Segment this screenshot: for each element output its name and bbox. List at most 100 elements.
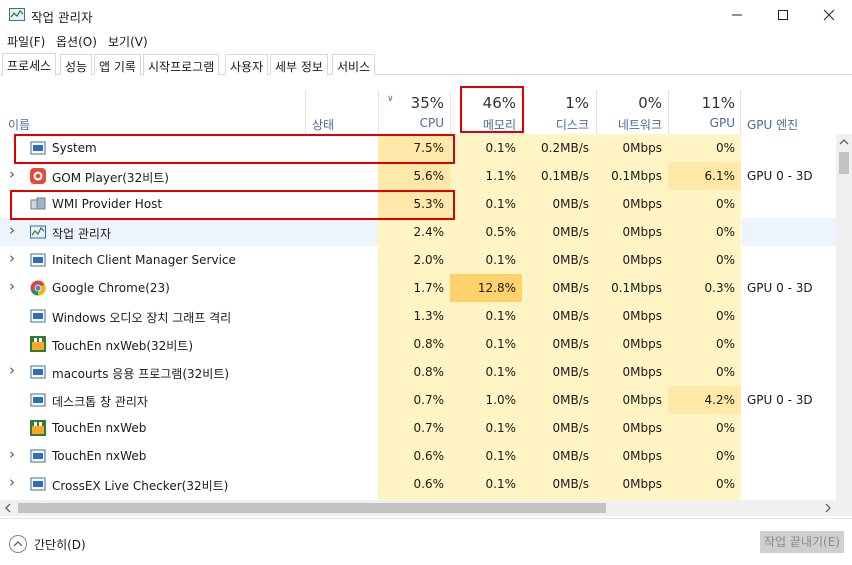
menu-view[interactable]: 보기(V) [108,33,148,50]
gpu-value: 0% [715,365,735,379]
service-icon [30,365,46,379]
end-task-button[interactable]: 작업 끝내기(E) [760,531,844,553]
tab-users[interactable]: 사용자 [225,54,269,75]
net-value: 0.1Mbps [611,169,662,183]
net-value: 0Mbps [622,477,662,491]
gpu-value: 0% [715,197,735,211]
column-header-cpu[interactable]: CPU [380,116,444,130]
column-divider [596,90,597,134]
net-value: 0Mbps [622,309,662,323]
process-row[interactable]: 데스크톱 창 관리자 0.7% 1.0% 0MB/s 0Mbps 4.2% GPU 0 - … [0,386,836,414]
network-total-percent[interactable]: 0% [598,94,662,112]
service-icon [30,309,46,323]
tab-performance[interactable]: 성능 [60,54,93,75]
process-row[interactable]: › Google Chrome(23) 1.7% 12.8% 0MB/s 0.1Mbps 0… [0,274,836,302]
gpu-value: 0% [715,253,735,267]
highlight-box-wmi [10,190,455,220]
cpu-value: 0.8% [413,365,445,379]
maximize-button[interactable] [760,0,806,31]
service-icon [30,253,46,267]
scroll-right-icon[interactable] [820,500,836,516]
expand-chevron-icon[interactable]: › [9,221,15,239]
gom-player-icon [30,168,46,184]
column-header-disk[interactable]: 디스크 [524,116,589,133]
cpu-value: 1.7% [413,281,445,295]
gpu-value: 0% [715,141,735,155]
gpu-engine-value: GPU 0 - 3D [747,281,813,295]
gpu-engine-value: GPU 0 - 3D [747,393,813,407]
column-header-gpu[interactable]: GPU [670,116,735,130]
process-row[interactable]: TouchEn nxWeb 0.7% 0.1% 0MB/s 0Mbps 0% [0,414,836,442]
net-value: 0Mbps [622,253,662,267]
expand-chevron-icon[interactable]: › [9,249,15,267]
process-row[interactable]: › 작업 관리자 2.4% 0.5% 0MB/s 0Mbps 0% [0,218,836,246]
mem-value: 0.1% [485,365,517,379]
scrollbar-corner [836,500,852,516]
net-value: 0Mbps [622,365,662,379]
service-icon [30,393,46,407]
mem-value: 1.1% [485,169,517,183]
minimize-icon [732,14,742,16]
disk-value: 0MB/s [552,309,589,323]
tab-app-history[interactable]: 앱 기록 [94,54,141,75]
cpu-value: 0.8% [413,337,445,351]
disk-value: 0MB/s [552,337,589,351]
column-divider [378,90,379,134]
tab-services[interactable]: 서비스 [332,54,376,75]
process-row[interactable]: TouchEn nxWeb(32비트) 0.8% 0.1% 0MB/s 0Mbps 0% [0,330,836,358]
vertical-scrollbar[interactable] [836,134,852,500]
fewer-details-link[interactable]: 간단히(D) [34,536,86,553]
scroll-left-icon[interactable] [0,500,16,516]
process-row[interactable]: Windows 오디오 장치 그래프 격리 1.3% 0.1% 0MB/s 0Mbps 0… [0,302,836,330]
service-icon [30,449,46,463]
chevron-up-circle-icon[interactable] [9,535,27,553]
mem-value: 12.8% [477,281,516,295]
process-row[interactable]: › Initech Client Manager Service 2.0% 0.1% 0… [0,246,836,274]
gpu-value: 0% [715,477,735,491]
cpu-total-percent[interactable]: 35% [380,94,444,112]
gpu-engine-value: GPU 0 - 3D [747,169,813,183]
net-value: 0Mbps [622,225,662,239]
expand-chevron-icon[interactable]: › [9,473,15,491]
horizontal-scroll-thumb[interactable] [18,503,606,513]
column-header-status[interactable]: 상태 [312,116,334,133]
minimize-button[interactable] [714,0,760,31]
menu-bar: 파일(F) 옵션(O) 보기(V) [0,31,852,51]
process-row[interactable]: › CrossEX Live Checker(32비트) 0.6% 0.1% 0MB/s… [0,470,836,498]
expand-chevron-icon[interactable]: › [9,277,15,295]
gpu-total-percent[interactable]: 11% [670,94,735,112]
process-row[interactable]: › GOM Player(32비트) 5.6% 1.1% 0.1MB/s 0.1Mbps 6… [0,162,836,190]
expand-chevron-icon[interactable]: › [9,445,15,463]
column-header-network[interactable]: 네트워크 [598,116,662,133]
menu-file[interactable]: 파일(F) [7,33,45,50]
tab-startup[interactable]: 시작프로그램 [143,54,220,75]
mem-value: 0.5% [485,225,517,239]
scroll-up-icon[interactable] [836,134,852,150]
disk-value: 0MB/s [552,281,589,295]
cpu-value: 1.3% [413,309,445,323]
column-header-gpu-engine[interactable]: GPU 엔진 [747,116,798,133]
close-button[interactable] [806,0,852,31]
column-divider [305,90,306,134]
column-header-name[interactable]: 이름 [8,116,30,133]
process-row[interactable]: › TouchEn nxWeb 0.6% 0.1% 0MB/s 0Mbps 0% [0,442,836,470]
gpu-value: 0% [715,225,735,239]
disk-total-percent[interactable]: 1% [524,94,589,112]
process-name: Initech Client Manager Service [52,253,236,267]
tab-details[interactable]: 세부 정보 [270,54,328,75]
tab-processes[interactable]: 프로세스 [2,53,57,76]
process-name: TouchEn nxWeb [52,421,147,435]
gpu-value: 0% [715,449,735,463]
horizontal-scrollbar[interactable] [0,500,836,516]
expand-chevron-icon[interactable]: › [9,361,15,379]
menu-options[interactable]: 옵션(O) [56,33,97,50]
process-name: GOM Player(32비트) [52,171,169,185]
gpu-value: 0% [715,309,735,323]
cpu-value: 0.7% [413,421,445,435]
mem-value: 0.1% [485,337,517,351]
vertical-scroll-thumb[interactable] [839,152,849,174]
process-row[interactable]: › macourts 응용 프로그램(32비트) 0.8% 0.1% 0MB/s 0Mbp… [0,358,836,386]
disk-value: 0MB/s [552,253,589,267]
close-icon [823,9,835,21]
expand-chevron-icon[interactable]: › [9,165,15,183]
